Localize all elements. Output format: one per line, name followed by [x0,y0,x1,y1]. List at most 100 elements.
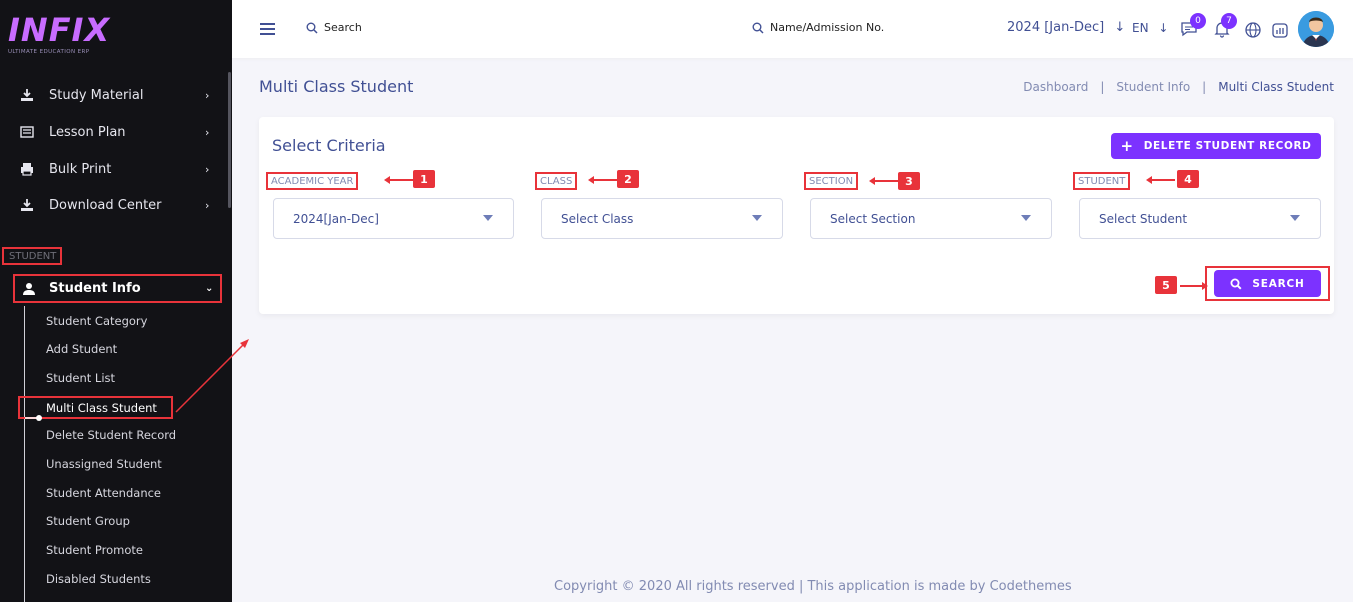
annotation-badge: 5 [1155,276,1177,294]
caret-down-icon [752,215,762,221]
delete-button-label: DELETE STUDENT RECORD [1143,140,1312,152]
annotation-badge: 3 [898,172,920,190]
class-label: CLASS [535,172,578,190]
download-icon [20,88,34,102]
submenu-item-student-group[interactable]: Student Group [46,514,130,528]
footer-copyright: Copyright © 2020 All rights reserved | T… [554,579,1072,594]
chart-icon[interactable] [1271,20,1289,38]
submenu-guide-line [24,306,25,602]
submenu-item-student-category[interactable]: Student Category [46,314,147,328]
submenu-item-label: Multi Class Student [46,400,157,415]
class-value: Select Class [561,211,634,226]
chevron-right-icon: › [205,162,210,176]
annotation-arrow [1146,176,1175,184]
breadcrumb-separator: | [1100,80,1105,94]
notification-count-badge: 7 [1221,13,1237,29]
menu-toggle-icon[interactable] [260,23,275,35]
breadcrumb-separator: | [1202,80,1207,94]
globe-icon[interactable] [1244,20,1262,38]
printer-icon [20,162,34,176]
caret-down-icon [1021,215,1031,221]
section-label: SECTION [804,172,859,190]
top-header: Search Name/Admission No. 2024 [Jan-Dec]… [232,0,1353,58]
search-icon [306,22,318,34]
breadcrumb-current: Multi Class Student [1218,80,1334,94]
annotation-arrow [1180,285,1204,287]
plus-icon: + [1120,137,1134,155]
criteria-card: Select Criteria + DELETE STUDENT RECORD … [259,117,1334,314]
sidebar-item-label: Lesson Plan [49,124,126,140]
submenu-item-delete-student-record[interactable]: Delete Student Record [46,428,176,442]
student-search-label: Name/Admission No. [770,21,885,34]
download-icon [20,198,34,212]
breadcrumb-student-info[interactable]: Student Info [1116,80,1190,94]
user-icon [22,282,36,296]
submenu-item-add-student[interactable]: Add Student [46,342,117,356]
submenu-item-unassigned-student[interactable]: Unassigned Student [46,457,162,471]
sidebar-item-bulk-print[interactable]: Bulk Print › [0,151,226,187]
student-search-box[interactable]: Name/Admission No. [752,21,884,34]
logo[interactable]: INFIX ULTIMATE EDUCATION ERP [8,14,110,55]
list-icon [20,125,34,139]
sidebar-item-label: Bulk Print [49,161,112,177]
sidebar-scrollbar[interactable] [228,72,231,208]
submenu-item-disabled-students[interactable]: Disabled Students [46,572,151,586]
caret-down-icon [483,215,493,221]
year-value: 2024 [Jan-Dec] [1007,20,1105,35]
breadcrumb-dashboard[interactable]: Dashboard [1023,80,1088,94]
annotation-arrow [869,177,898,185]
annotation-badge: 1 [413,170,435,188]
submenu-item-student-attendance[interactable]: Student Attendance [46,486,161,500]
sidebar-item-label: Study Material [49,87,144,103]
search-box[interactable]: Search [306,21,362,34]
sidebar-item-label: Download Center [49,197,162,213]
student-label: STUDENT [1073,172,1131,190]
breadcrumb: Dashboard | Student Info | Multi Class S… [1023,80,1334,94]
sidebar: INFIX ULTIMATE EDUCATION ERP Study Mater… [0,0,232,602]
arrow-down-icon: ↓ [1158,21,1169,35]
submenu-item-multi-class-student[interactable]: Multi Class Student [18,396,173,421]
search-button[interactable]: SEARCH [1214,270,1321,297]
academic-year-value: 2024[Jan-Dec] [293,211,379,226]
academic-year-select[interactable]: 2024 [Jan-Dec] ↓ [1007,20,1125,35]
card-title: Select Criteria [272,136,386,155]
annotation-badge: 4 [1177,170,1199,188]
student-select[interactable]: Select Student [1079,198,1321,239]
search-icon [1230,278,1242,290]
language-select[interactable]: EN ↓ [1132,21,1168,35]
chevron-down-icon: ⌄ [205,283,214,294]
annotation-arrow [588,176,617,184]
sidebar-item-label: Student Info [49,281,141,296]
sidebar-item-study-material[interactable]: Study Material › [0,77,226,113]
logo-text: INFIX [8,11,111,49]
sidebar-item-download-center[interactable]: Download Center › [0,187,226,223]
active-indicator-icon [25,406,43,421]
submenu-item-student-promote[interactable]: Student Promote [46,543,143,557]
delete-student-record-button[interactable]: + DELETE STUDENT RECORD [1111,133,1321,159]
submenu-item-student-list[interactable]: Student List [46,371,115,385]
arrow-down-icon: ↓ [1114,20,1126,35]
language-value: EN [1132,21,1149,35]
page-title: Multi Class Student [259,77,414,96]
academic-year-select[interactable]: 2024[Jan-Dec] [273,198,514,239]
chevron-right-icon: › [205,88,210,102]
sidebar-item-lesson-plan[interactable]: Lesson Plan › [0,114,226,150]
search-button-label: SEARCH [1252,277,1305,290]
chevron-right-icon: › [205,125,210,139]
section-label-student: STUDENT [2,247,62,265]
user-avatar[interactable] [1298,11,1334,47]
logo-tagline: ULTIMATE EDUCATION ERP [8,49,90,55]
caret-down-icon [1290,215,1300,221]
annotation-badge: 2 [617,170,639,188]
annotation-arrow [384,176,413,184]
student-value: Select Student [1099,211,1188,226]
sidebar-item-student-info[interactable]: Student Info ⌄ [13,274,222,303]
section-value: Select Section [830,211,916,226]
academic-year-label: ACADEMIC YEAR [266,172,359,190]
chevron-right-icon: › [205,198,210,212]
message-count-badge: 0 [1190,13,1206,29]
section-select[interactable]: Select Section [810,198,1052,239]
search-icon [752,22,764,34]
search-label: Search [324,21,362,34]
class-select[interactable]: Select Class [541,198,783,239]
